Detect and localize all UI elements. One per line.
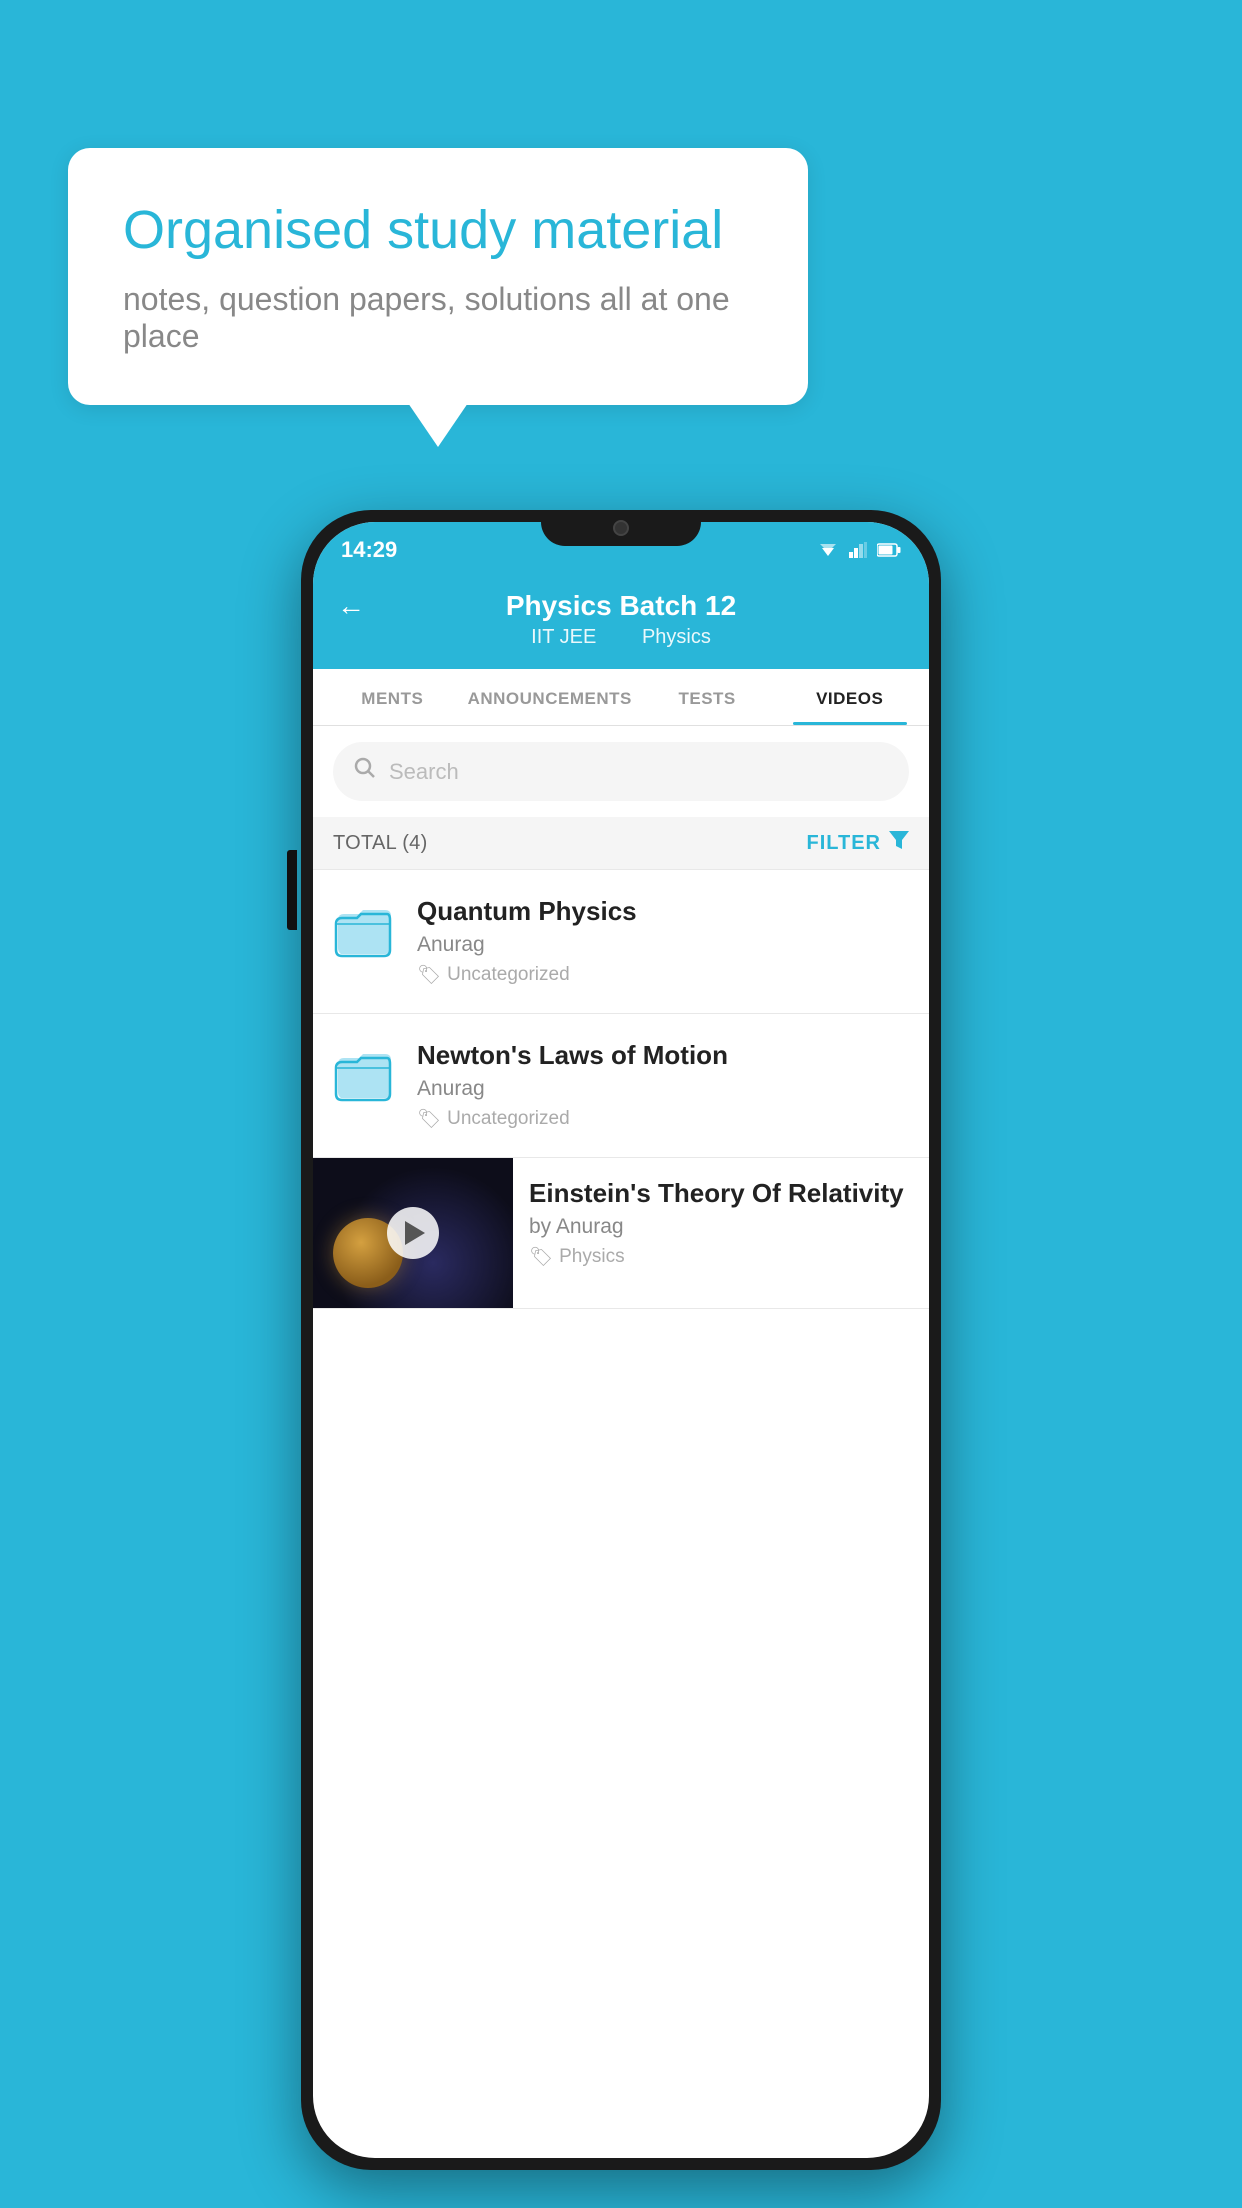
tag-icon-1: 🏷 <box>417 963 441 987</box>
filter-icon <box>889 831 909 855</box>
app-header: ← Physics Batch 12 IIT JEE Physics <box>313 574 929 669</box>
status-icons <box>817 542 901 558</box>
item-title-3: Einstein's Theory Of Relativity <box>529 1178 913 1209</box>
item-title-2: Newton's Laws of Motion <box>417 1040 909 1071</box>
tag-label-3: Physics <box>559 1246 624 1268</box>
notch <box>541 510 701 546</box>
phone-screen: 14:29 <box>313 522 929 2158</box>
search-placeholder: Search <box>389 759 459 785</box>
speech-bubble-subtitle: notes, question papers, solutions all at… <box>123 281 753 355</box>
item-content-2: Newton's Laws of Motion Anurag 🏷 Uncateg… <box>417 1040 909 1131</box>
tab-ments[interactable]: MENTS <box>321 669 464 725</box>
total-count: TOTAL (4) <box>333 832 428 855</box>
header-subtitle-iitjee: IIT JEE <box>531 626 596 648</box>
item-tag-1: 🏷 Uncategorized <box>417 963 909 987</box>
item-author-3: by Anurag <box>529 1215 913 1239</box>
status-time: 14:29 <box>341 537 397 563</box>
filter-label: FILTER <box>806 832 881 855</box>
filter-button[interactable]: FILTER <box>806 831 909 855</box>
search-container: Search <box>313 726 929 817</box>
wifi-icon <box>817 542 839 558</box>
tag-label-2: Uncategorized <box>447 1108 570 1130</box>
header-row: ← Physics Batch 12 <box>337 590 905 622</box>
item-title-1: Quantum Physics <box>417 896 909 927</box>
header-subtitle-physics: Physics <box>642 626 711 648</box>
filter-bar: TOTAL (4) FILTER <box>313 817 929 870</box>
battery-icon <box>877 543 901 557</box>
tab-announcements[interactable]: ANNOUNCEMENTS <box>464 669 636 725</box>
tab-videos[interactable]: VIDEOS <box>778 669 921 725</box>
item-content-1: Quantum Physics Anurag 🏷 Uncategorized <box>417 896 909 987</box>
header-subtitle: IIT JEE Physics <box>521 626 721 649</box>
phone-outer: 14:29 <box>301 510 941 2170</box>
back-button[interactable]: ← <box>337 590 365 622</box>
tag-icon-2: 🏷 <box>417 1107 441 1131</box>
item-content-3: Einstein's Theory Of Relativity by Anura… <box>513 1158 929 1289</box>
folder-icon-1 <box>333 900 397 964</box>
speech-bubble: Organised study material notes, question… <box>68 148 808 405</box>
play-button[interactable] <box>387 1207 439 1259</box>
video-thumbnail <box>313 1158 513 1308</box>
header-title: Physics Batch 12 <box>506 590 736 622</box>
tag-icon-3: 🏷 <box>529 1245 553 1269</box>
play-icon <box>405 1221 425 1245</box>
list-item[interactable]: Quantum Physics Anurag 🏷 Uncategorized <box>313 870 929 1014</box>
item-author-2: Anurag <box>417 1077 909 1101</box>
item-tag-3: 🏷 Physics <box>529 1245 913 1269</box>
camera <box>613 520 629 536</box>
folder-icon-2 <box>333 1044 397 1108</box>
tabs-bar: MENTS ANNOUNCEMENTS TESTS VIDEOS <box>313 669 929 726</box>
list-item-thumb[interactable]: Einstein's Theory Of Relativity by Anura… <box>313 1158 929 1309</box>
search-icon <box>353 756 377 787</box>
phone-mockup: 14:29 <box>301 510 941 2170</box>
list-item[interactable]: Newton's Laws of Motion Anurag 🏷 Uncateg… <box>313 1014 929 1158</box>
signal-icon <box>849 542 867 558</box>
search-box[interactable]: Search <box>333 742 909 801</box>
speech-bubble-title: Organised study material <box>123 198 753 263</box>
tab-tests[interactable]: TESTS <box>636 669 779 725</box>
item-tag-2: 🏷 Uncategorized <box>417 1107 909 1131</box>
tag-label-1: Uncategorized <box>447 964 570 986</box>
item-author-1: Anurag <box>417 933 909 957</box>
